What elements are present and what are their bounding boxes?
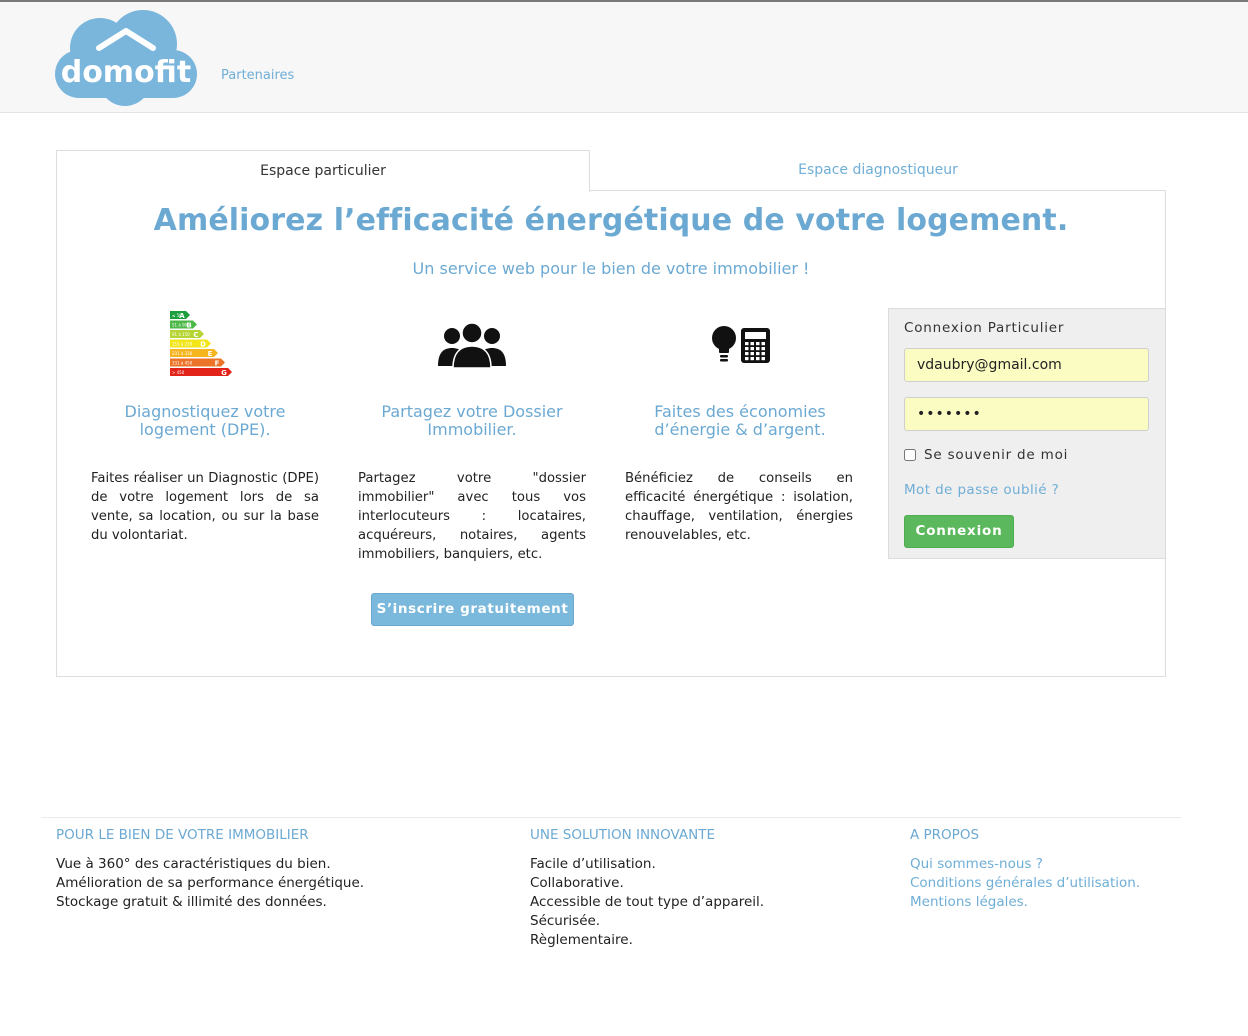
logo-wordmark: domofit (61, 55, 192, 90)
energy-bar-letter: C (193, 331, 198, 339)
feature-dpe-title-line1: Diagnostiquez votre (124, 402, 286, 421)
energy-bar-d: 151 à 230 D (170, 339, 211, 349)
hero-subtitle: Un service web pour le bien de votre imm… (412, 259, 810, 278)
energy-bar-range: 51 à 90 (172, 323, 188, 328)
tab-espace-diagnostiqueur[interactable]: Espace diagnostiqueur (590, 150, 1166, 191)
footer-col-apropos: A PROPOS Qui sommes-nous ? Conditions gé… (910, 827, 1140, 912)
energy-bar-range: 331 à 450 (172, 361, 193, 366)
footer-col-solution-heading: UNE SOLUTION INNOVANTE (530, 827, 716, 843)
lightbulb-calculator-icon (711, 325, 771, 365)
energy-bar-e: 231 à 330 E (170, 349, 218, 358)
remember-me-checkbox[interactable] (904, 449, 916, 461)
hero-title: Améliorez l’efficacité énergétique de vo… (153, 203, 1069, 238)
feature-economies-title-line1: Faites des économies (654, 402, 826, 421)
footer-item: Collaborative. (530, 875, 624, 891)
energy-bar-a: ≤ 50A (170, 311, 190, 320)
feature-dossier-text: Partagez votre "dossier immobilier" avec… (358, 471, 586, 562)
footer-divider (41, 817, 1181, 818)
energy-bar-range: 231 à 330 (172, 351, 193, 356)
energy-bar-letter: F (215, 360, 220, 368)
email-field[interactable] (904, 348, 1149, 382)
energy-bar-letter: G (221, 369, 227, 377)
feature-economies-title: Faites des économies d’énergie & d’argen… (625, 403, 855, 439)
energy-bar-g: > 450 G (170, 368, 232, 377)
site-header: domofit Partenaires (0, 2, 1248, 113)
energy-bar-letter: D (200, 341, 206, 349)
nav-partners-link[interactable]: Partenaires (221, 68, 294, 83)
footer-item: Accessible de tout type d’appareil. (530, 894, 765, 910)
footer-link-legal[interactable]: Mentions légales. (910, 893, 1140, 912)
energy-bar-range: 151 à 230 (172, 342, 193, 347)
footer-item: Facile d’utilisation. (530, 856, 656, 872)
footer-col-solution: UNE SOLUTION INNOVANTE Facile d’utilisat… (530, 827, 764, 950)
footer-item: Amélioration de sa performance énergétiq… (56, 875, 365, 891)
energy-bar-range: > 450 (172, 370, 185, 375)
footer-link-terms[interactable]: Conditions générales d’utilisation. (910, 874, 1140, 893)
footer-link-about[interactable]: Qui sommes-nous ? (910, 855, 1140, 874)
feature-dossier-title-line2: Immobilier. (427, 420, 517, 439)
people-icon (438, 322, 506, 370)
login-title: Connexion Particulier (904, 320, 1065, 336)
footer-col-immobilier-heading: POUR LE BIEN DE VOTRE IMMOBILIER (56, 827, 309, 843)
forgot-password-link[interactable]: Mot de passe oublié ? (904, 482, 1059, 498)
domofit-logo[interactable]: domofit (55, 8, 197, 106)
energy-bar-letter: B (186, 322, 191, 330)
energy-bar-letter: A (179, 312, 185, 320)
feature-dpe-title: Diagnostiquez votre logement (DPE). (90, 403, 320, 439)
password-field[interactable] (904, 397, 1149, 431)
feature-dossier-title-line1: Partagez votre Dossier (381, 402, 563, 421)
footer-item: Stockage gratuit & illimité des données. (56, 894, 327, 910)
energy-bar-f: 331 à 450 F (170, 358, 225, 368)
energy-bar-c: 91 à 150 C (170, 330, 204, 339)
login-form: Connexion Particulier Se souvenir de moi… (888, 308, 1166, 559)
feature-economies-title-line2: d’énergie & d’argent. (654, 420, 826, 439)
footer-item: Vue à 360° des caractéristiques du bien. (56, 856, 331, 872)
feature-dossier-title: Partagez votre Dossier Immobilier. (357, 403, 587, 439)
footer-item: Sécurisée. (530, 913, 601, 929)
signup-button[interactable]: S’inscrire gratuitement (371, 593, 574, 626)
feature-dpe-title-line2: logement (DPE). (139, 420, 271, 439)
energy-bar-range: 91 à 150 (172, 332, 190, 337)
remember-me-label: Se souvenir de moi (924, 447, 1069, 463)
energy-rating-icon: ≤ 50 A 51 à 90 B 91 à 150 C 151 à 230 D 231 à 33… (168, 310, 238, 380)
footer-item: Règlementaire. (530, 932, 633, 948)
tab-espace-particulier[interactable]: Espace particulier (56, 150, 590, 192)
footer-col-immobilier: POUR LE BIEN DE VOTRE IMMOBILIER Vue à 3… (56, 827, 364, 912)
footer-col-apropos-heading: A PROPOS (910, 827, 980, 843)
feature-economies-text: Bénéficiez de conseils en efficacité éne… (625, 471, 853, 543)
feature-dpe-text: Faites réaliser un Diagnostic (DPE) de v… (91, 471, 319, 543)
energy-bar-letter: E (208, 350, 213, 358)
cloud-logo-icon: domofit (55, 10, 197, 106)
energy-bar-b: 51 à 90 B (170, 320, 197, 330)
remember-me[interactable]: Se souvenir de moi (904, 447, 1068, 463)
login-button[interactable]: Connexion (904, 515, 1014, 548)
